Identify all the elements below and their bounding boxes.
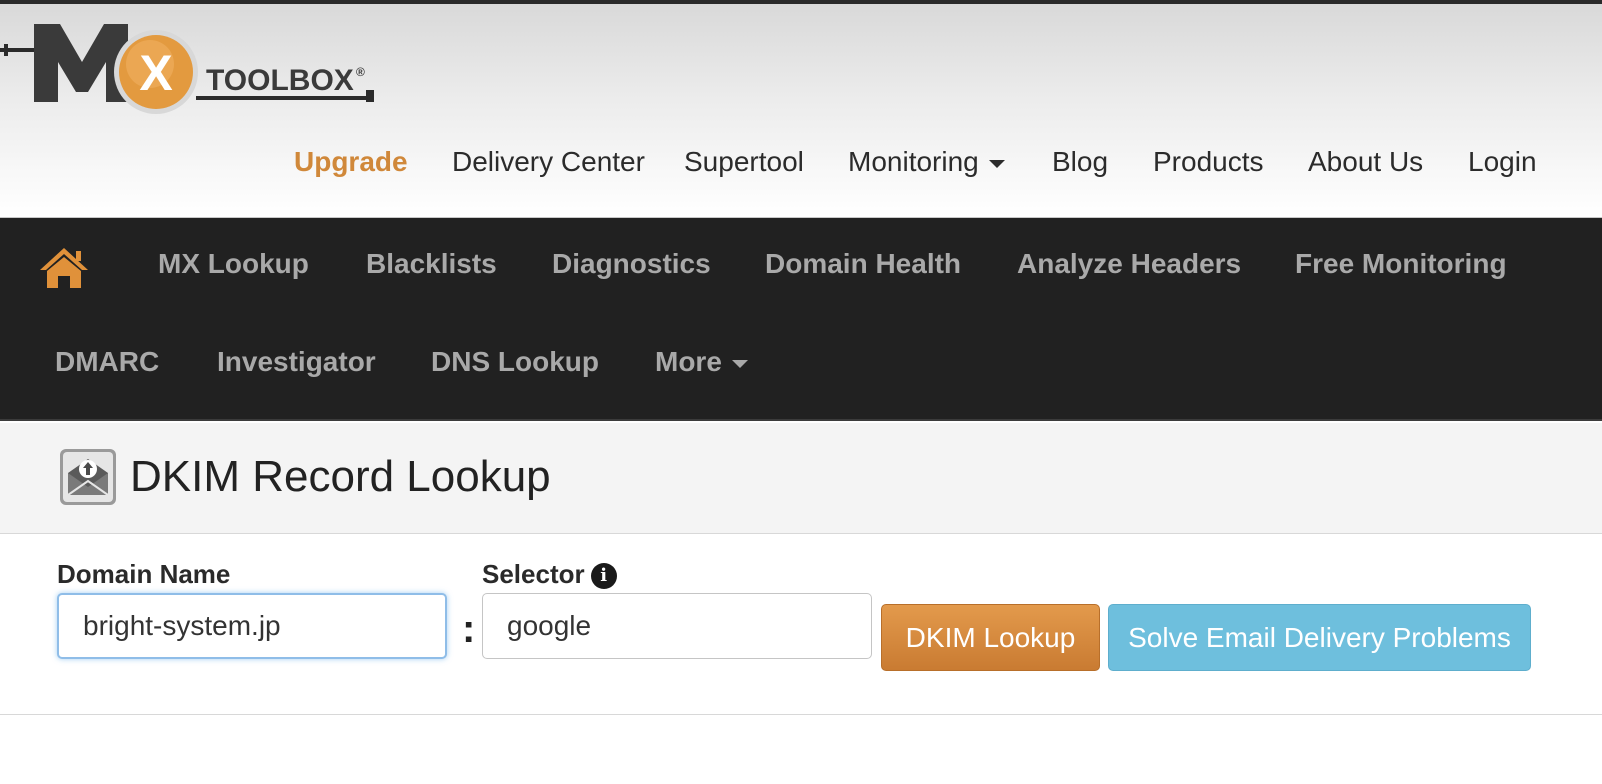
nav-about-us[interactable]: About Us: [1308, 142, 1423, 182]
nav-free-monitoring[interactable]: Free Monitoring: [1295, 244, 1507, 284]
envelope-upload-icon: [60, 449, 116, 505]
lookup-form: Domain Name : Selectori DKIM Lookup Solv…: [0, 535, 1602, 715]
nav-investigator[interactable]: Investigator: [217, 342, 376, 382]
nav-domain-health[interactable]: Domain Health: [765, 244, 961, 284]
info-icon[interactable]: i: [590, 563, 617, 589]
nav-diagnostics[interactable]: Diagnostics: [552, 244, 711, 284]
main-nav: MX Lookup Blacklists Diagnostics Domain …: [0, 218, 1602, 421]
page-title-bar: DKIM Record Lookup: [0, 423, 1602, 534]
nav-upgrade[interactable]: Upgrade: [294, 142, 408, 182]
svg-text:®: ®: [356, 65, 365, 79]
nav-blog[interactable]: Blog: [1052, 142, 1108, 182]
home-icon[interactable]: [38, 246, 90, 290]
nav-monitoring-dropdown[interactable]: Monitoring: [848, 142, 1005, 182]
nav-dmarc[interactable]: DMARC: [55, 342, 159, 382]
separator-colon: :: [462, 607, 476, 651]
site-header: X TOOLBOX ® Upgrade Delivery Center Supe…: [0, 4, 1602, 218]
nav-delivery-center[interactable]: Delivery Center: [452, 142, 645, 182]
top-nav: Upgrade Delivery Center Supertool Monito…: [0, 142, 1602, 182]
page-title: DKIM Record Lookup: [130, 452, 551, 501]
nav-more-dropdown[interactable]: More: [655, 342, 748, 382]
nav-analyze-headers[interactable]: Analyze Headers: [1017, 244, 1241, 284]
nav-supertool[interactable]: Supertool: [684, 142, 804, 182]
domain-name-label: Domain Name: [57, 559, 231, 589]
mxtoolbox-logo[interactable]: X TOOLBOX ®: [0, 10, 400, 120]
chevron-down-icon: [988, 159, 1005, 168]
domain-name-input[interactable]: [57, 593, 447, 659]
nav-products[interactable]: Products: [1153, 142, 1264, 182]
chevron-down-icon: [731, 359, 748, 368]
nav-dns-lookup[interactable]: DNS Lookup: [431, 342, 599, 382]
solve-email-delivery-problems-button[interactable]: Solve Email Delivery Problems: [1108, 604, 1531, 671]
logo-text: TOOLBOX: [206, 64, 354, 97]
selector-label: Selector i: [482, 559, 617, 590]
nav-login[interactable]: Login: [1468, 142, 1537, 182]
nav-blacklists[interactable]: Blacklists: [366, 244, 497, 284]
dkim-lookup-button[interactable]: DKIM Lookup: [881, 604, 1100, 671]
selector-label-text: Selector: [482, 559, 585, 589]
nav-monitoring-label: Monitoring: [848, 146, 979, 177]
selector-input[interactable]: [482, 593, 872, 659]
svg-text:X: X: [139, 45, 172, 101]
nav-mx-lookup[interactable]: MX Lookup: [158, 244, 309, 284]
nav-more-label: More: [655, 346, 722, 377]
